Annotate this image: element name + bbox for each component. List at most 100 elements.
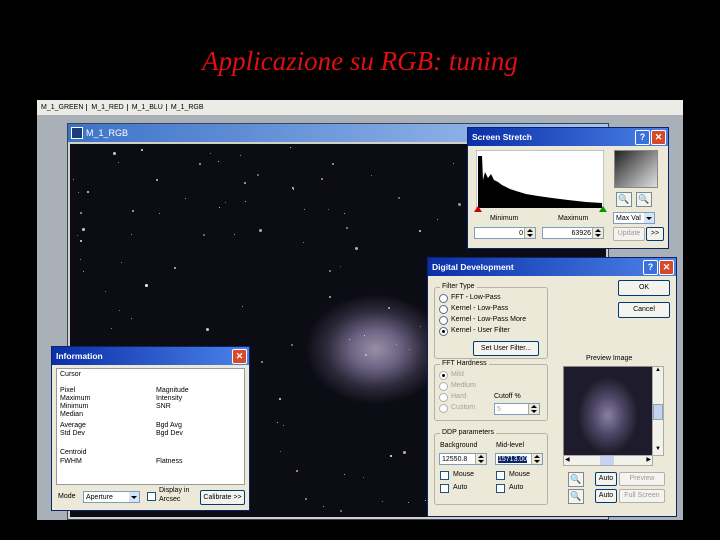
zoom-auto-button[interactable]: Auto (595, 472, 617, 486)
doc-tab-red[interactable]: M_1_RED (87, 104, 128, 111)
star (363, 477, 365, 479)
image-window-icon (71, 127, 83, 139)
zoom-in-icon[interactable]: 🔍 (616, 192, 632, 207)
background-mouse-checkbox[interactable] (440, 471, 449, 480)
star (295, 469, 298, 472)
hardness-hard-label: Hard (451, 393, 467, 400)
mode-select[interactable]: Aperture (83, 491, 140, 503)
full-screen-button[interactable]: Full Screen (619, 489, 665, 503)
background-mouse-label: Mouse (453, 471, 475, 478)
star (389, 454, 392, 457)
close-icon[interactable]: ✕ (232, 349, 247, 364)
midlevel-mouse-checkbox[interactable] (496, 471, 505, 480)
star (363, 334, 365, 336)
star (289, 147, 291, 149)
star (77, 192, 79, 194)
std-dev-label: Std Dev (60, 430, 85, 437)
minimum-label: Minimum (60, 403, 89, 410)
doc-tab-blu[interactable]: M_1_BLU (127, 104, 167, 111)
zoom-in-icon[interactable]: 🔍 (568, 472, 584, 487)
arcsec-label: Arcsec (159, 496, 181, 503)
minimum-field[interactable]: 0 (474, 227, 536, 239)
background-auto-checkbox[interactable] (440, 484, 449, 493)
midlevel-auto-checkbox[interactable] (496, 484, 505, 493)
preview-image[interactable] (563, 366, 653, 456)
bgd-avg-label: Bgd Avg (156, 422, 182, 429)
image-window-title: M_1_RGB (86, 128, 129, 138)
midlevel-mouse-label: Mouse (509, 471, 531, 478)
star (210, 153, 212, 155)
background-label: Background (440, 442, 478, 449)
star (173, 266, 176, 269)
filter-user-radio[interactable] (439, 327, 448, 336)
calibrate-button[interactable]: Calibrate >> (200, 490, 245, 505)
fft-hardness-caption: FFT Hardness (440, 360, 489, 367)
help-icon[interactable]: ? (643, 260, 658, 275)
cutoff-field[interactable]: 5 (494, 403, 540, 415)
scroll-thumb-h[interactable] (600, 456, 614, 465)
star (80, 258, 82, 260)
scroll-right-icon[interactable]: ▶ (646, 456, 651, 463)
display-arcsec-checkbox[interactable] (147, 492, 156, 501)
star (343, 473, 345, 475)
maximum-field[interactable]: 63926 (542, 227, 604, 239)
preview-hscroll[interactable]: ◀ ▶ (563, 455, 653, 466)
star (321, 178, 324, 181)
star (381, 500, 383, 502)
star (292, 186, 295, 189)
star (403, 451, 407, 455)
star (130, 317, 132, 319)
help-icon[interactable]: ? (635, 130, 650, 145)
cancel-button[interactable]: Cancel (618, 302, 670, 318)
filter-kernel-radio[interactable] (439, 305, 448, 314)
close-icon[interactable]: ✕ (659, 260, 674, 275)
star (113, 151, 117, 155)
screen-stretch-titlebar[interactable]: Screen Stretch ? ✕ (468, 128, 668, 146)
scroll-up-icon[interactable]: ▲ (653, 367, 663, 376)
midlevel-field[interactable]: 15713.00 (495, 453, 543, 465)
star (258, 229, 262, 233)
zoom-out-icon[interactable]: 🔍 (568, 489, 584, 504)
zoom-auto-button-2[interactable]: Auto (595, 489, 617, 503)
maximum-label: Maximum (60, 395, 91, 402)
close-icon[interactable]: ✕ (651, 130, 666, 145)
zoom-out-icon[interactable]: 🔍 (636, 192, 652, 207)
preview-button[interactable]: Preview (619, 472, 665, 486)
ddp-caption: DDP parameters (440, 429, 497, 436)
histogram (476, 150, 604, 208)
information-titlebar[interactable]: Information ✕ (52, 347, 249, 365)
star (328, 269, 331, 272)
filter-fft-radio[interactable] (439, 294, 448, 303)
scroll-down-icon[interactable]: ▼ (653, 446, 663, 455)
star (354, 247, 358, 251)
background-auto-label: Auto (453, 484, 468, 491)
filter-kernel-more-radio[interactable] (439, 316, 448, 325)
background-field[interactable]: 12550.8 (439, 453, 487, 465)
slide-title: Applicazione su RGB: tuning (202, 46, 518, 76)
doc-tab-rgb[interactable]: M_1_RGB (167, 104, 207, 111)
star (418, 230, 421, 233)
preview-thumbnail (614, 150, 658, 188)
hardness-hard-radio[interactable] (439, 393, 448, 402)
ok-button[interactable]: OK (618, 280, 670, 296)
digital-development-titlebar[interactable]: Digital Development ? ✕ (428, 258, 676, 276)
max-marker-icon[interactable] (599, 206, 607, 212)
hardness-medium-radio[interactable] (439, 382, 448, 391)
update-button[interactable]: Update (613, 227, 645, 241)
min-marker-icon[interactable] (474, 206, 482, 212)
hardness-mild-radio[interactable] (439, 371, 448, 380)
doc-tab-green[interactable]: M_1_GREEN (37, 104, 88, 111)
star (277, 421, 279, 423)
scroll-thumb[interactable] (653, 404, 663, 420)
more-button[interactable]: >> (646, 227, 664, 241)
preview-vscroll[interactable]: ▲ ▼ (652, 366, 664, 456)
cursor-label: Cursor (60, 371, 82, 378)
screen-stretch-title: Screen Stretch (472, 132, 532, 142)
star (344, 213, 346, 215)
star (202, 233, 205, 236)
hardness-custom-radio[interactable] (439, 404, 448, 413)
maximum-label: Maximum (558, 215, 589, 222)
scroll-left-icon[interactable]: ◀ (565, 456, 570, 463)
stretch-mode-select[interactable]: Max Val (613, 212, 655, 224)
set-user-filter-button[interactable]: Set User Filter... (473, 341, 539, 356)
